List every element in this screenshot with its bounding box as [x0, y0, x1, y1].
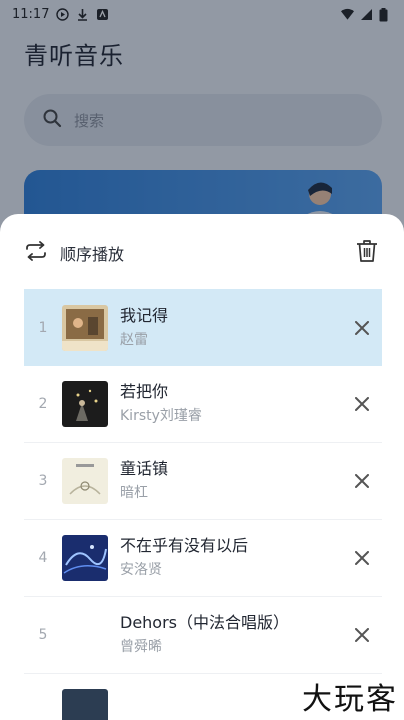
close-icon — [355, 397, 369, 411]
playlist-sheet-header: 顺序播放 — [0, 236, 404, 270]
remove-song-button[interactable] — [342, 615, 382, 655]
playlist-item[interactable]: 5 Dehors（中法合唱版） 曾舜晞 — [24, 597, 382, 674]
remove-song-button[interactable] — [342, 308, 382, 348]
track-index: 3 — [38, 473, 48, 489]
watermark-logo: 大玩客 — [302, 682, 398, 717]
track-index: 1 — [38, 319, 48, 336]
track-index: 5 — [38, 627, 48, 643]
playlist-sheet: 顺序播放 1 我记得 赵雷 2 若把你 Kirsty刘瑾睿 3 童话镇 暗杠 4… — [0, 214, 404, 720]
play-mode-label: 顺序播放 — [60, 245, 125, 264]
song-artist: 安洛贤 — [120, 562, 162, 578]
trash-icon — [356, 239, 378, 267]
repeat-icon — [24, 241, 48, 265]
close-icon — [355, 551, 369, 565]
album-cover — [62, 535, 108, 581]
song-title: 我记得 — [120, 305, 169, 325]
song-artist: 曾舜晞 — [120, 639, 162, 655]
song-title: 若把你 — [120, 382, 169, 401]
playlist-item[interactable]: 4 不在乎有没有以后 安洛贤 — [24, 520, 382, 597]
album-cover — [62, 612, 108, 658]
album-cover — [62, 458, 108, 504]
album-cover — [62, 689, 108, 720]
playlist: 1 我记得 赵雷 2 若把你 Kirsty刘瑾睿 3 童话镇 暗杠 4 不在乎有… — [24, 289, 382, 720]
song-artist: 暗杠 — [120, 485, 148, 501]
song-artist: 赵雷 — [120, 331, 148, 348]
playlist-item[interactable]: 1 我记得 赵雷 — [24, 289, 382, 366]
track-index: 4 — [38, 550, 48, 566]
song-title: 不在乎有没有以后 — [120, 536, 249, 555]
album-cover — [62, 381, 108, 427]
remove-song-button[interactable] — [342, 384, 382, 424]
remove-song-button[interactable] — [342, 538, 382, 578]
play-mode-button[interactable]: 顺序播放 — [24, 241, 124, 265]
playlist-item[interactable]: 3 童话镇 暗杠 — [24, 443, 382, 520]
playlist-item[interactable]: 2 若把你 Kirsty刘瑾睿 — [24, 366, 382, 443]
remove-song-button[interactable] — [342, 461, 382, 501]
clear-playlist-button[interactable] — [354, 240, 380, 266]
album-cover — [62, 304, 108, 351]
close-icon — [355, 320, 369, 335]
song-artist: Kirsty刘瑾睿 — [120, 408, 202, 424]
close-icon — [355, 628, 369, 642]
close-icon — [355, 474, 369, 488]
song-title: 童话镇 — [120, 459, 169, 478]
song-title: Dehors（中法合唱版） — [120, 613, 290, 632]
track-index: 2 — [38, 396, 48, 412]
